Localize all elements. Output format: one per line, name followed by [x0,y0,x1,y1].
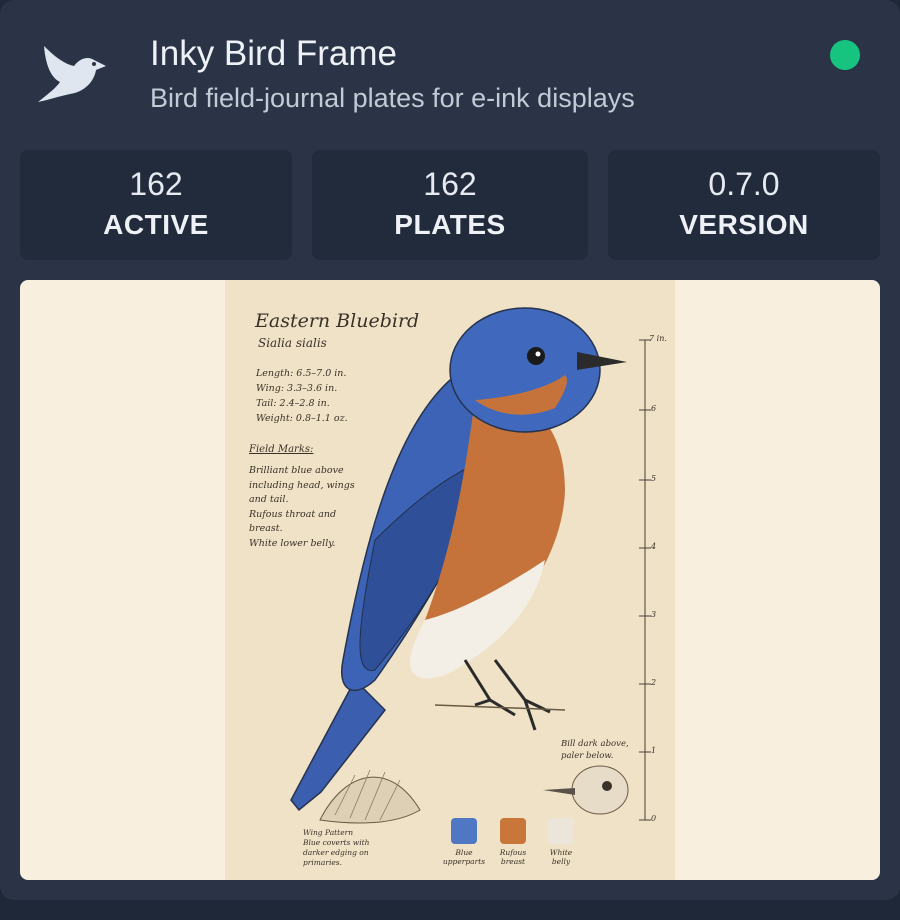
stat-active: 162 ACTIVE [20,150,292,260]
swatch-white [548,818,574,844]
scale-label: 7 in. [649,334,667,343]
bird-icon [38,46,106,102]
stat-value: 162 [129,166,183,202]
bill-note: Bill dark above, paler below. [561,739,629,761]
bird-frame-card: Inky Bird Frame Bird field-journal plate… [0,0,900,900]
wing-note: Wing Pattern Blue coverts with darker ed… [303,828,370,867]
app-subtitle: Bird field-journal plates for e-ink disp… [150,83,635,113]
scale-label: 3 [651,610,657,619]
plate-scientific-name: Sialia sialis [258,336,327,350]
stat-label: ACTIVE [103,209,209,240]
stat-label: VERSION [679,209,809,240]
scale-label: 5 [651,474,657,483]
swatch-blue [451,818,477,844]
scale-label: 4 [651,542,657,551]
swatch-label: White belly [549,848,573,866]
scale-label: 6 [651,404,657,413]
stat-value: 162 [423,166,477,202]
scale-label: 2 [651,678,657,687]
stat-value: 0.7.0 [708,166,780,202]
plate-preview: Eastern Bluebird Sialia sialis Length: 6… [20,280,880,880]
stat-version: 0.7.0 VERSION [608,150,880,260]
plate-common-name: Eastern Bluebird [255,310,420,332]
scale-label: 0 [651,814,657,823]
scale-label: 1 [651,746,657,755]
status-indicator [830,40,860,70]
size-scale [639,339,651,821]
app-title: Inky Bird Frame [150,34,397,73]
field-marks-heading: Field Marks: [249,444,314,455]
plate-measurements: Length: 6.5–7.0 in. Wing: 3.3–3.6 in. Ta… [256,368,348,424]
swatch-rufous [500,818,526,844]
field-journal-plate: Eastern Bluebird Sialia sialis Length: 6… [225,280,675,880]
stat-label: PLATES [394,209,506,240]
stat-plates: 162 PLATES [312,150,588,260]
field-marks-text: Brilliant blue above including head, win… [249,465,355,549]
